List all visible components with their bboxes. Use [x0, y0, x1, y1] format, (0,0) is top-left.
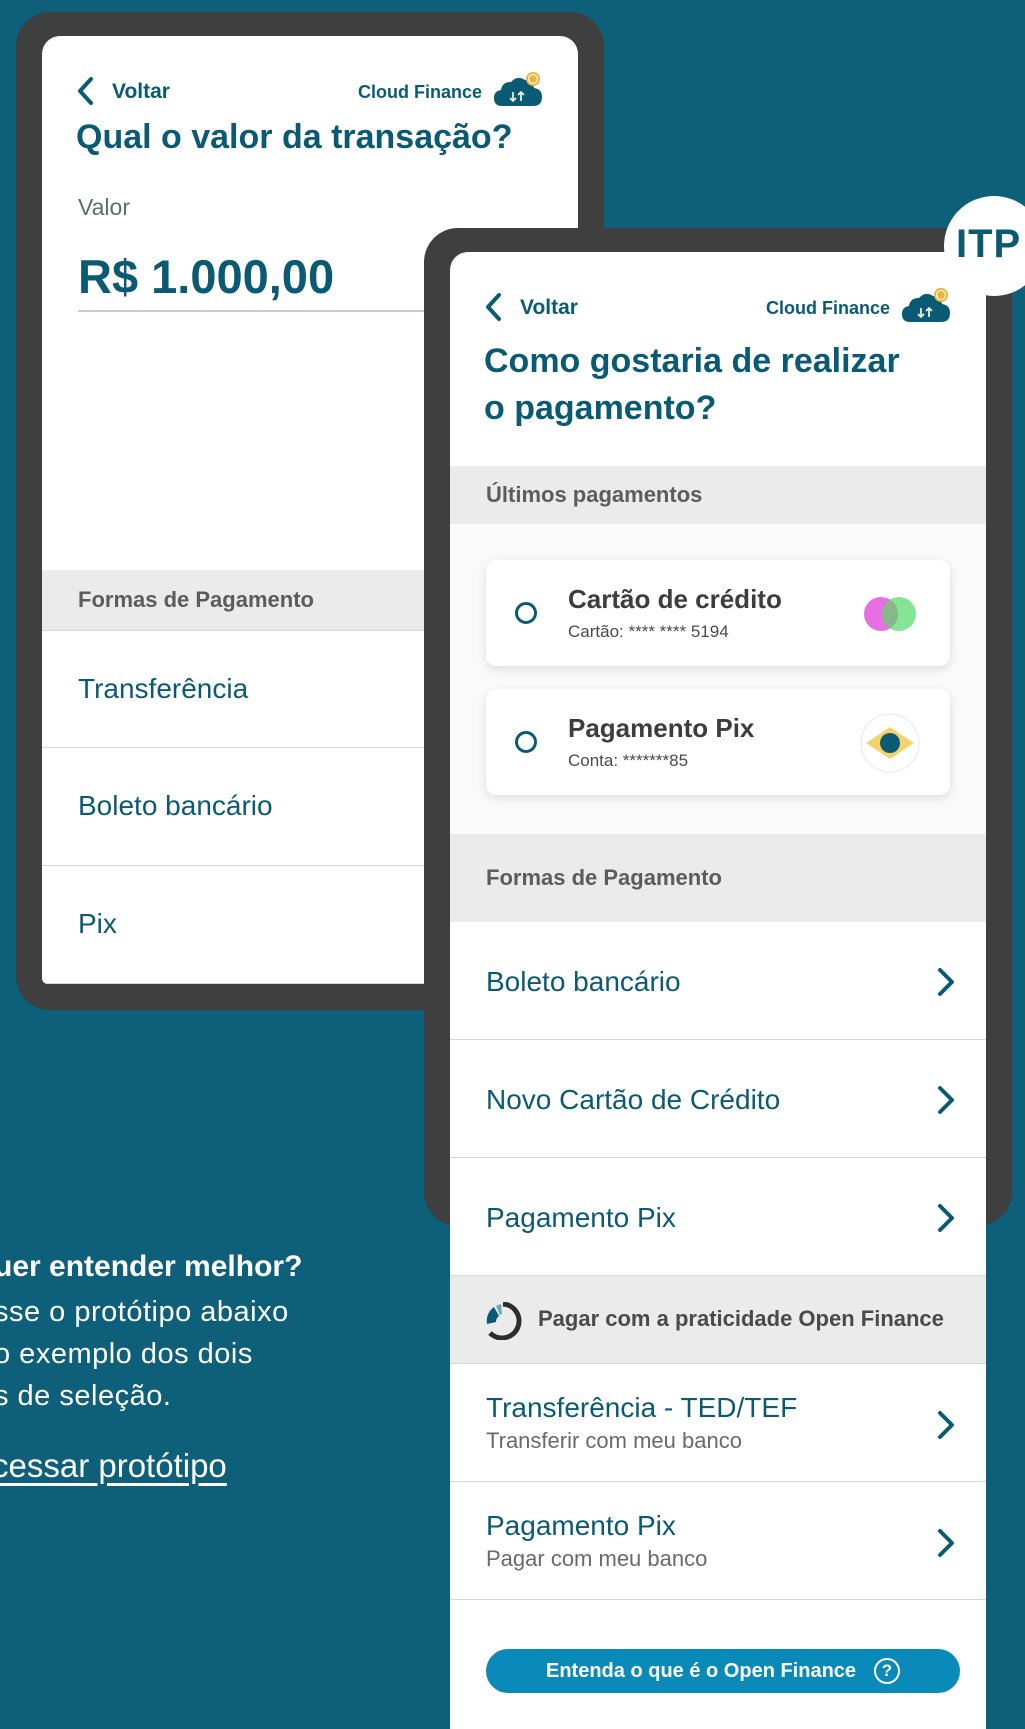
- bank-brazil-icon: [860, 713, 920, 773]
- card-subtitle: Conta: *******85: [568, 751, 689, 770]
- page-title-line: Como gostaria de realizar: [484, 342, 900, 380]
- chevron-left-icon[interactable]: [76, 76, 94, 106]
- side-text-line: s de seleção.: [0, 1380, 172, 1412]
- side-text-line: o exemplo dos dois: [0, 1338, 253, 1370]
- help-icon: ?: [874, 1658, 900, 1684]
- side-text-line: sse o protótipo abaixo: [0, 1296, 289, 1328]
- payment-method-row[interactable]: Boleto bancário: [450, 922, 986, 1040]
- back-button[interactable]: Voltar: [520, 296, 578, 320]
- open-finance-header: Pagar com a praticidade Open Finance: [450, 1276, 986, 1364]
- cloud-finance-logo-icon: [902, 288, 950, 322]
- page-title-line: o pagamento?: [484, 389, 717, 427]
- payment-method-row[interactable]: Novo Cartão de Crédito: [450, 1040, 986, 1158]
- open-finance-option-row[interactable]: Transferência - TED/TEF Transferir com m…: [450, 1364, 986, 1482]
- chevron-left-icon[interactable]: [484, 292, 502, 322]
- open-finance-info-button[interactable]: Entenda o que é o Open Finance ?: [486, 1649, 960, 1693]
- chevron-right-icon: [938, 1411, 954, 1439]
- open-finance-icon: [486, 1302, 522, 1340]
- back-button[interactable]: Voltar: [112, 80, 170, 104]
- card-title: Cartão de crédito: [568, 584, 782, 614]
- payment-option-label: Transferência: [78, 673, 249, 704]
- radio-button[interactable]: [515, 731, 537, 753]
- itp-badge-text: ITP: [956, 222, 1022, 266]
- payment-methods-header: Formas de Pagamento: [450, 834, 986, 922]
- card-brand-icon: [864, 597, 916, 631]
- payment-option-label: Pix: [78, 908, 117, 939]
- chevron-right-icon: [938, 1086, 954, 1114]
- chevron-right-icon: [938, 968, 954, 996]
- recent-payment-card[interactable]: Pagamento Pix Conta: *******85: [486, 689, 950, 795]
- page-title: Qual o valor da transação?: [76, 118, 513, 156]
- option-subtitle: Pagar com meu banco: [486, 1546, 708, 1571]
- brand-name: Cloud Finance: [765, 298, 890, 318]
- cta-label: Entenda o que é o Open Finance: [546, 1660, 857, 1682]
- payment-option-label: Boleto bancário: [78, 790, 273, 821]
- page-title: Como gostaria de realizar o pagamento?: [484, 338, 962, 432]
- recent-payments-list: Cartão de crédito Cartão: **** **** 5194…: [450, 524, 986, 834]
- payment-method-label: Pagamento Pix: [486, 1202, 676, 1233]
- cloud-finance-logo-icon: [494, 72, 542, 106]
- screen-header: Voltar Cloud Finance: [42, 72, 578, 116]
- payment-method-row[interactable]: Pagamento Pix: [450, 1158, 986, 1276]
- amount-input[interactable]: R$ 1.000,00: [78, 249, 334, 304]
- card-subtitle: Cartão: **** **** 5194: [568, 622, 729, 641]
- chevron-right-icon: [938, 1204, 954, 1232]
- option-subtitle: Transferir com meu banco: [486, 1428, 742, 1453]
- chevron-right-icon: [938, 1529, 954, 1557]
- option-title: Transferência - TED/TEF: [486, 1392, 798, 1423]
- brand-name: Cloud Finance: [357, 82, 482, 102]
- open-finance-label: Pagar com a praticidade Open Finance: [538, 1306, 944, 1331]
- prototype-link[interactable]: cessar protótipo: [0, 1447, 227, 1485]
- screen-payment-method: Voltar Cloud Finance Como gostaria de re…: [450, 252, 986, 1729]
- screen-header: Voltar Cloud Finance: [450, 288, 986, 332]
- radio-button[interactable]: [515, 602, 537, 624]
- payment-method-label: Boleto bancário: [486, 966, 681, 997]
- amount-label: Valor: [78, 194, 130, 220]
- recent-payment-card[interactable]: Cartão de crédito Cartão: **** **** 5194: [486, 560, 950, 666]
- payment-method-label: Novo Cartão de Crédito: [486, 1084, 781, 1115]
- card-title: Pagamento Pix: [568, 713, 755, 743]
- open-finance-option-row[interactable]: Pagamento Pix Pagar com meu banco: [450, 1482, 986, 1600]
- recent-payments-header: Últimos pagamentos: [450, 466, 986, 524]
- option-title: Pagamento Pix: [486, 1510, 676, 1541]
- side-heading: uer entender melhor?: [0, 1250, 303, 1283]
